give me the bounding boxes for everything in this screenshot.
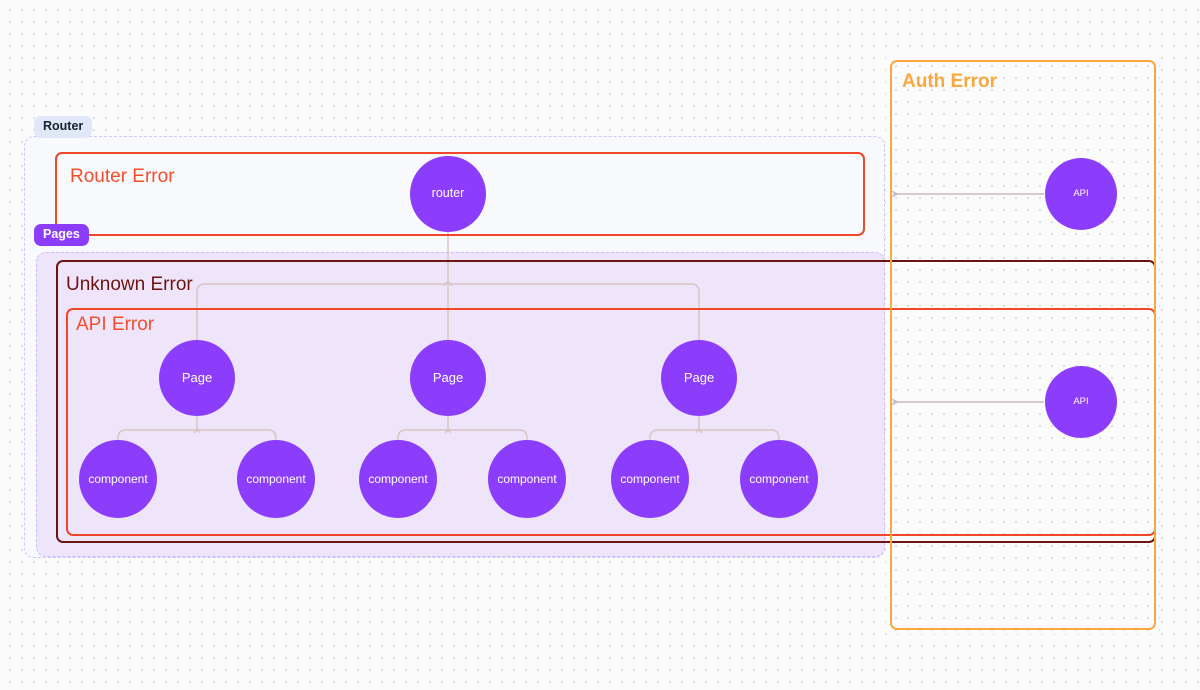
node-api-1[interactable]: API — [1045, 158, 1117, 230]
node-page-2[interactable]: Page — [410, 340, 486, 416]
node-page-1[interactable]: Page — [159, 340, 235, 416]
node-api-2[interactable]: API — [1045, 366, 1117, 438]
node-component-3[interactable]: component — [359, 440, 437, 518]
pages-group-badge[interactable]: Pages — [34, 224, 89, 246]
node-component-2[interactable]: component — [237, 440, 315, 518]
node-component-1[interactable]: component — [79, 440, 157, 518]
router-group-badge[interactable]: Router — [34, 116, 93, 138]
node-component-6[interactable]: component — [740, 440, 818, 518]
api-error-label: API Error — [76, 314, 155, 335]
router-error-label: Router Error — [70, 166, 175, 187]
unknown-error-label: Unknown Error — [66, 274, 193, 295]
diagram-canvas: Router Error Unknown Error API Error Aut… — [0, 0, 1200, 690]
node-page-3[interactable]: Page — [661, 340, 737, 416]
node-router[interactable]: router — [410, 156, 486, 232]
node-component-4[interactable]: component — [488, 440, 566, 518]
node-component-5[interactable]: component — [611, 440, 689, 518]
auth-error-label: Auth Error — [902, 71, 997, 92]
